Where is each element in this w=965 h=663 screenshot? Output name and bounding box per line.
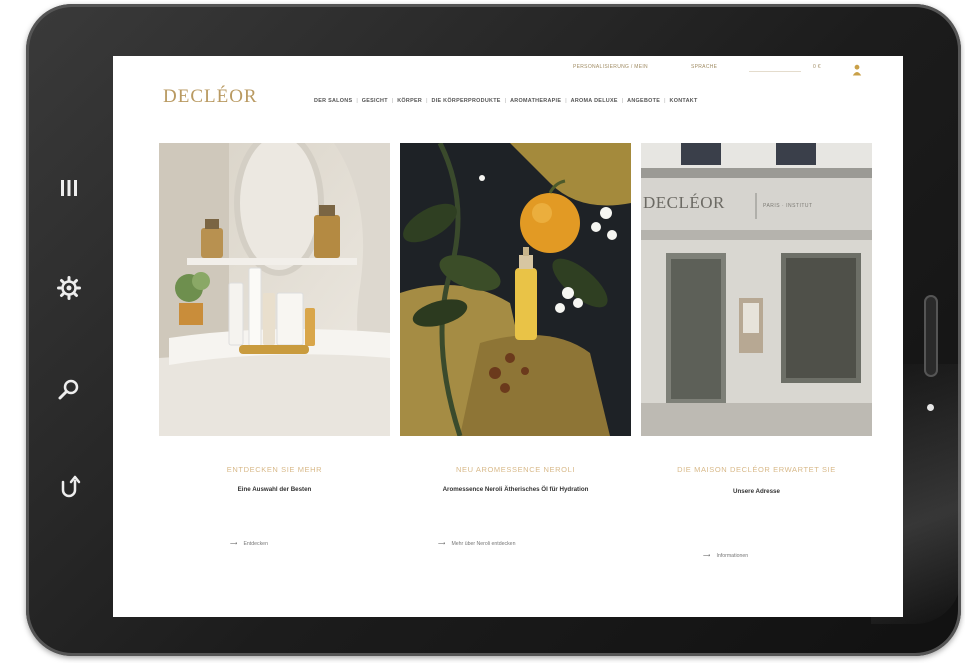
gear-icon[interactable]: [52, 271, 86, 305]
promo-image-storefront: [641, 143, 872, 436]
nav-item-body[interactable]: KÖRPER: [397, 98, 422, 104]
camera-dot: [927, 404, 934, 411]
nav-item-salons[interactable]: DER SALONS: [314, 98, 352, 104]
header-search-field[interactable]: [749, 62, 801, 72]
arrow-right-icon: ⟶: [438, 541, 446, 547]
nav-item-body-products[interactable]: DIE KÖRPERPRODUKTE: [432, 98, 501, 104]
caption-title-products[interactable]: ENTDECKEN SIE MEHR: [159, 465, 390, 474]
link-neroli[interactable]: ⟶ Mehr über Neroli entdecken: [438, 541, 515, 547]
promo-card-products[interactable]: [159, 143, 390, 436]
storefront-sign-sub: PARIS · INSTITUT: [763, 203, 813, 209]
promo-image-products: [159, 143, 390, 436]
menu-icon[interactable]: [52, 171, 86, 205]
caption-subtitle-products: Eine Auswahl der Besten: [237, 486, 312, 493]
caption-storefront: DIE MAISON DECLÉOR ERWARTET SIE Unsere A…: [636, 465, 877, 495]
tablet-screen: DECLÉOR PERSONALISIERUNG / MEIN SPRACHE …: [113, 56, 903, 617]
main-nav: DER SALONS | GESICHT | KÖRPER | DIE KÖRPERP…: [314, 98, 698, 104]
nav-item-aromatherapy[interactable]: AROMATHERAPIE: [510, 98, 561, 104]
storefront-sign: DECLÉOR: [643, 193, 725, 212]
caption-title-storefront[interactable]: DIE MAISON DECLÉOR ERWARTET SIE: [636, 465, 877, 474]
link-storefront[interactable]: ⟶ Informationen: [703, 553, 748, 559]
nav-item-contact[interactable]: KONTAKT: [670, 98, 698, 104]
link-products[interactable]: ⟶ Entdecken: [230, 541, 268, 547]
home-button[interactable]: [924, 295, 938, 377]
search-icon[interactable]: [52, 373, 86, 407]
undo-icon[interactable]: [52, 469, 86, 503]
caption-title-neroli[interactable]: NEU AROMESSENCE NEROLI: [400, 465, 631, 474]
promo-card-storefront[interactable]: DECLÉOR PARIS · INSTITUT: [641, 143, 872, 436]
caption-subtitle-neroli: Aromessence Neroli Ätherisches Öl für Hy…: [442, 486, 589, 493]
cart-total[interactable]: 0 €: [813, 64, 821, 70]
caption-subtitle-storefront: Unsere Adresse: [733, 488, 780, 495]
promo-image-neroli: [400, 143, 631, 436]
nav-item-offers[interactable]: ANGEBOTE: [627, 98, 660, 104]
caption-products: ENTDECKEN SIE MEHR Eine Auswahl der Best…: [159, 465, 390, 493]
arrow-right-icon: ⟶: [703, 553, 711, 559]
caption-neroli: NEU AROMESSENCE NEROLI Aromessence Nerol…: [400, 465, 631, 493]
utility-link-account[interactable]: PERSONALISIERUNG / MEIN: [573, 64, 648, 70]
arrow-right-icon: ⟶: [230, 541, 238, 547]
nav-item-face[interactable]: GESICHT: [362, 98, 388, 104]
user-icon[interactable]: [852, 63, 862, 76]
nav-item-aroma-deluxe[interactable]: AROMA DELUXE: [571, 98, 618, 104]
site-header: DECLÉOR PERSONALISIERUNG / MEIN SPRACHE …: [113, 56, 903, 134]
utility-link-language[interactable]: SPRACHE: [691, 64, 717, 70]
promo-card-neroli[interactable]: [400, 143, 631, 436]
site-logo[interactable]: DECLÉOR: [163, 86, 258, 108]
